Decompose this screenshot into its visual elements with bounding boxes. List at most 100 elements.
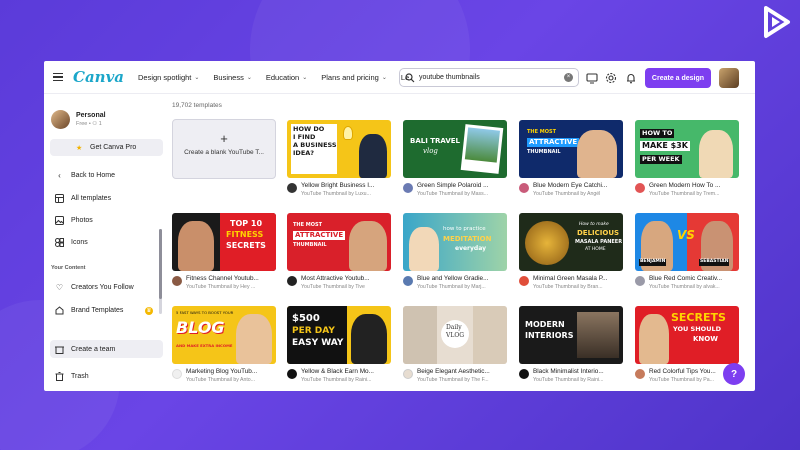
get-canva-pro-button[interactable]: ★ Get Canva Pro — [50, 139, 163, 156]
template-thumbnail[interactable]: THE MOST ATTRACTIVE THUMBNAIL — [287, 213, 391, 271]
template-title: Minimal Green Masala P... — [533, 275, 608, 282]
user-avatar[interactable] — [719, 68, 739, 88]
template-card[interactable]: THE MOST ATTRACTIVE THUMBNAIL Blue Moder… — [519, 120, 623, 197]
template-thumbnail[interactable]: $500 PER DAY EASY WAY — [287, 306, 391, 364]
sidebar-item-all-templates[interactable]: All templates — [55, 194, 111, 203]
create-design-button[interactable]: Create a design — [645, 68, 711, 88]
creator-avatar — [172, 369, 182, 379]
profile-switcher[interactable]: Personal Free • ⚇ 1 — [51, 110, 106, 129]
back-to-home-link[interactable]: ‹ Back to Home — [55, 171, 115, 180]
person-image — [349, 221, 387, 271]
nav-business[interactable]: Business ⌄ — [213, 73, 251, 82]
template-title: Green Modern How To ... — [649, 182, 721, 189]
template-thumbnail[interactable]: BALI TRAVEL vlog — [403, 120, 507, 178]
template-thumbnail[interactable]: how to practice MEDITATION everyday — [403, 213, 507, 271]
bell-icon[interactable] — [625, 72, 637, 84]
sidebar-scrollbar[interactable] — [159, 229, 162, 314]
template-title: Most Attractive Youtub... — [301, 275, 370, 282]
thumb-text: IDEA? — [293, 149, 315, 157]
thumb-text: DELICIOUS — [577, 229, 620, 237]
template-author: YouTube Thumbnail by Hey ... — [186, 284, 256, 290]
gear-icon[interactable] — [605, 72, 617, 84]
thumb-text: how to practice — [443, 226, 486, 232]
nav-label: Education — [265, 72, 300, 82]
thumb-text: BLOG — [176, 318, 225, 337]
nav-education[interactable]: Education ⌄ — [266, 73, 307, 82]
template-card[interactable]: HOW TO MAKE $3K PER WEEK Green Modern Ho… — [635, 120, 739, 197]
creator-avatar — [172, 276, 182, 286]
thumb-text: EASY WAY — [292, 338, 344, 348]
template-card[interactable]: Daily VLOG Beige Elegant Aesthetic... You… — [403, 306, 507, 383]
plus-icon: + — [220, 131, 228, 146]
thumb-text: BALI TRAVEL — [410, 137, 461, 145]
thumb-text: VLOG — [446, 332, 465, 339]
template-title: Yellow Bright Business I... — [301, 182, 375, 189]
template-meta: Marketing Blog YouTub... YouTube Thumbnai… — [172, 368, 276, 383]
menu-icon[interactable] — [53, 73, 63, 81]
thumb-text: A BUSINESS — [293, 141, 337, 149]
chevron-down-icon: ⌄ — [194, 74, 200, 81]
search-icon — [405, 72, 415, 82]
template-card[interactable]: MODERN INTERIORS Black Minimalist Interi… — [519, 306, 623, 383]
template-thumbnail[interactable]: HOW DO I FIND A BUSINESS IDEA? — [287, 120, 391, 178]
template-author: YouTube Thumbnail by alvak... — [649, 284, 720, 290]
template-meta: Blue Modern Eye Catchi... YouTube Thumbna… — [519, 182, 623, 197]
create-blank-card[interactable]: + Create a blank YouTube T... — [172, 119, 276, 179]
clear-search-icon[interactable]: × — [564, 73, 573, 82]
template-thumbnail[interactable]: HOW TO MAKE $3K PER WEEK — [635, 120, 739, 178]
template-thumbnail[interactable]: MODERN INTERIORS — [519, 306, 623, 364]
thumb-text: THE MOST — [293, 222, 322, 228]
your-content-heading: Your Content — [51, 265, 86, 271]
template-thumbnail[interactable]: 5 FAST WAYS TO BOOST YOUR BLOG AND MAKE … — [172, 306, 276, 364]
creator-avatar — [635, 183, 645, 193]
help-button[interactable]: ? — [723, 363, 745, 385]
monitor-icon[interactable] — [586, 72, 598, 84]
sidebar-item-creators-you-follow[interactable]: ♡ Creators You Follow — [55, 283, 134, 292]
template-card[interactable]: TOP 10 FITNESS SECRETS Fitness Channel Y… — [172, 213, 276, 290]
template-thumbnail[interactable]: How to make DELICIOUS MASALA PANEER AT H… — [519, 213, 623, 271]
sidebar-item-trash[interactable]: Trash — [55, 372, 89, 381]
person-image — [178, 221, 214, 271]
canva-logo[interactable]: Canva — [73, 68, 124, 86]
template-card[interactable]: How to make DELICIOUS MASALA PANEER AT H… — [519, 213, 623, 290]
creator-avatar — [403, 183, 413, 193]
thumb-text: INTERIORS — [525, 331, 574, 340]
template-card[interactable]: $500 PER DAY EASY WAY Yellow & Black Ear… — [287, 306, 391, 383]
template-thumbnail[interactable]: THE MOST ATTRACTIVE THUMBNAIL — [519, 120, 623, 178]
thumb-text: $500 — [292, 313, 320, 324]
template-card[interactable]: how to practice MEDITATION everyday Blue… — [403, 213, 507, 290]
trash-icon — [55, 372, 64, 381]
template-meta: Most Attractive Youtub... YouTube Thumbna… — [287, 275, 391, 290]
nav-design-spotlight[interactable]: Design spotlight ⌄ — [138, 73, 199, 82]
template-thumbnail[interactable]: VS BENJAMIN SEBASTIAN — [635, 213, 739, 271]
nav-plans-pricing[interactable]: Plans and pricing ⌄ — [321, 73, 387, 82]
template-title: Fitness Channel Youtub... — [186, 275, 259, 282]
brand-icon — [55, 306, 64, 315]
creator-avatar — [635, 276, 645, 286]
template-thumbnail[interactable]: Daily VLOG — [403, 306, 507, 364]
template-count: 19,702 templates — [172, 102, 222, 109]
sidebar-item-label: Trash — [71, 373, 89, 380]
template-card[interactable]: THE MOST ATTRACTIVE THUMBNAIL Most Attra… — [287, 213, 391, 290]
create-team-label: Create a team — [71, 346, 116, 353]
template-card[interactable]: 5 FAST WAYS TO BOOST YOUR BLOG AND MAKE … — [172, 306, 276, 383]
template-meta: Minimal Green Masala P... YouTube Thumbna… — [519, 275, 623, 290]
sidebar-item-icons[interactable]: Icons — [55, 238, 88, 247]
template-card[interactable]: HOW DO I FIND A BUSINESS IDEA? Yellow Br… — [287, 120, 391, 197]
template-title: Blue and Yellow Gradie... — [417, 275, 489, 282]
template-thumbnail[interactable]: TOP 10 FITNESS SECRETS — [172, 213, 276, 271]
thumb-text: TOP 10 — [230, 219, 263, 228]
scroll-thumb[interactable] — [159, 229, 162, 299]
sidebar-item-photos[interactable]: Photos — [55, 216, 93, 225]
sidebar-item-brand-templates[interactable]: Brand Templates — [55, 306, 123, 315]
sidebar-item-label: Creators You Follow — [71, 284, 134, 291]
heart-icon: ♡ — [55, 283, 64, 292]
search-input[interactable]: youtube thumbnails × — [399, 68, 579, 87]
create-team-row: Create a team — [55, 345, 115, 354]
food-bowl-image — [525, 221, 569, 265]
search-value: youtube thumbnails — [419, 74, 480, 81]
template-thumbnail[interactable]: SECRETS YOU SHOULD KNOW — [635, 306, 739, 364]
template-card[interactable]: VS BENJAMIN SEBASTIAN Blue Red Comic Cre… — [635, 213, 739, 290]
template-card[interactable]: BALI TRAVEL vlog Green Simple Polaroid .… — [403, 120, 507, 197]
creator-avatar — [287, 276, 297, 286]
